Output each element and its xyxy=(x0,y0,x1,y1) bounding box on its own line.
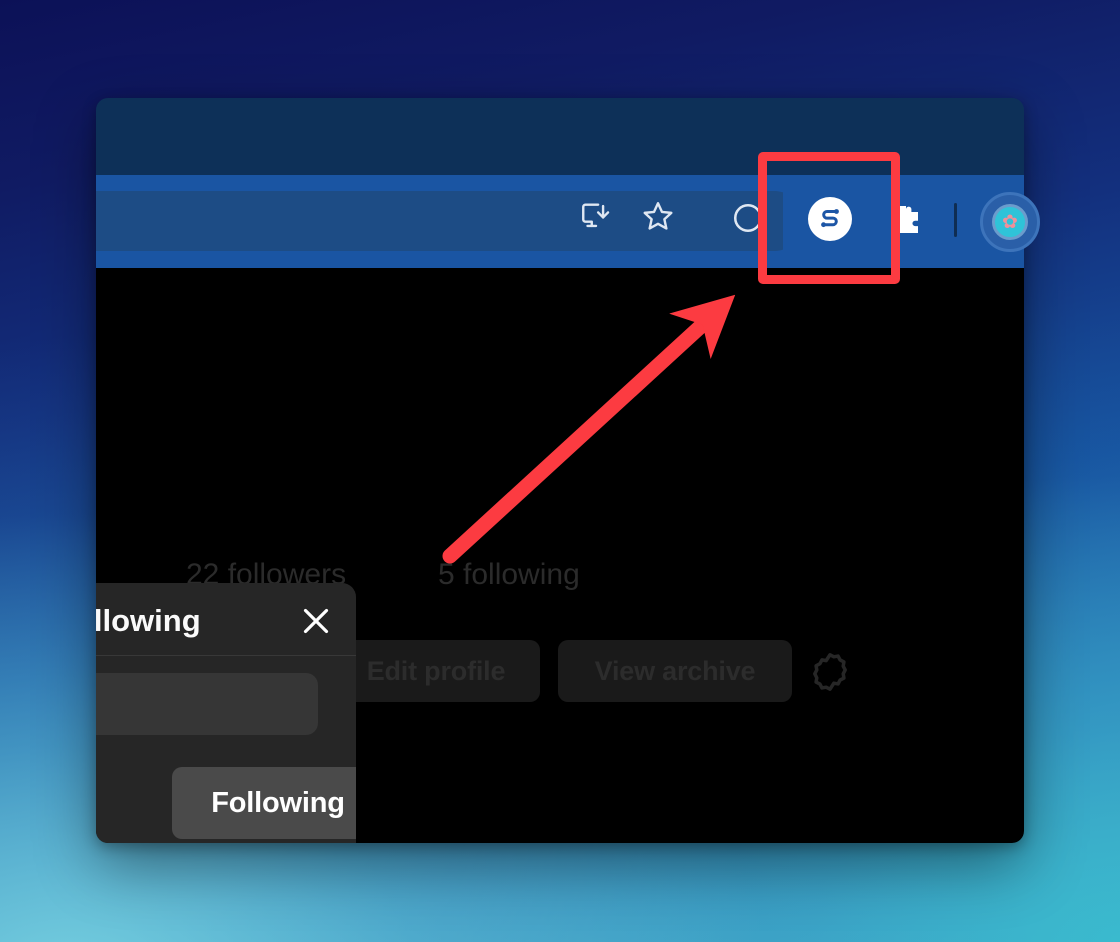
scrape-extension-icon xyxy=(808,197,852,241)
profile-header-row: wamata.92 Edit profile View archive xyxy=(96,458,1024,702)
following-list: Following Following xyxy=(96,755,356,843)
following-dialog: Following Following Following xyxy=(96,583,356,843)
bookmark-star-icon[interactable] xyxy=(636,194,680,238)
avatar-image: ✿ xyxy=(992,204,1028,240)
address-bar[interactable] xyxy=(96,191,804,251)
extensions-puzzle-icon[interactable] xyxy=(884,196,928,240)
dialog-header: Following xyxy=(96,583,356,656)
view-archive-button[interactable]: View archive xyxy=(558,640,792,702)
install-app-icon[interactable] xyxy=(574,194,618,238)
desktop-background: wamata.92 Edit profile View archive 22 f… xyxy=(0,0,1120,942)
avatar[interactable]: ✿ xyxy=(980,192,1040,252)
close-icon[interactable] xyxy=(294,599,338,643)
list-item[interactable]: Following xyxy=(96,755,356,843)
gear-icon[interactable] xyxy=(808,650,852,694)
following-count[interactable]: 5 following xyxy=(438,558,580,592)
scrape-extension-button[interactable] xyxy=(783,176,877,262)
page-content-instagram-profile: wamata.92 Edit profile View archive 22 f… xyxy=(96,268,1024,843)
browser-tab-strip[interactable] xyxy=(96,98,1024,175)
search-input[interactable] xyxy=(96,673,318,735)
following-button[interactable]: Following xyxy=(172,767,356,839)
toolbar-divider xyxy=(954,203,957,237)
dialog-title: Following xyxy=(96,603,201,638)
profile-circle-icon[interactable] xyxy=(726,196,770,240)
edit-profile-button[interactable]: Edit profile xyxy=(332,640,540,702)
